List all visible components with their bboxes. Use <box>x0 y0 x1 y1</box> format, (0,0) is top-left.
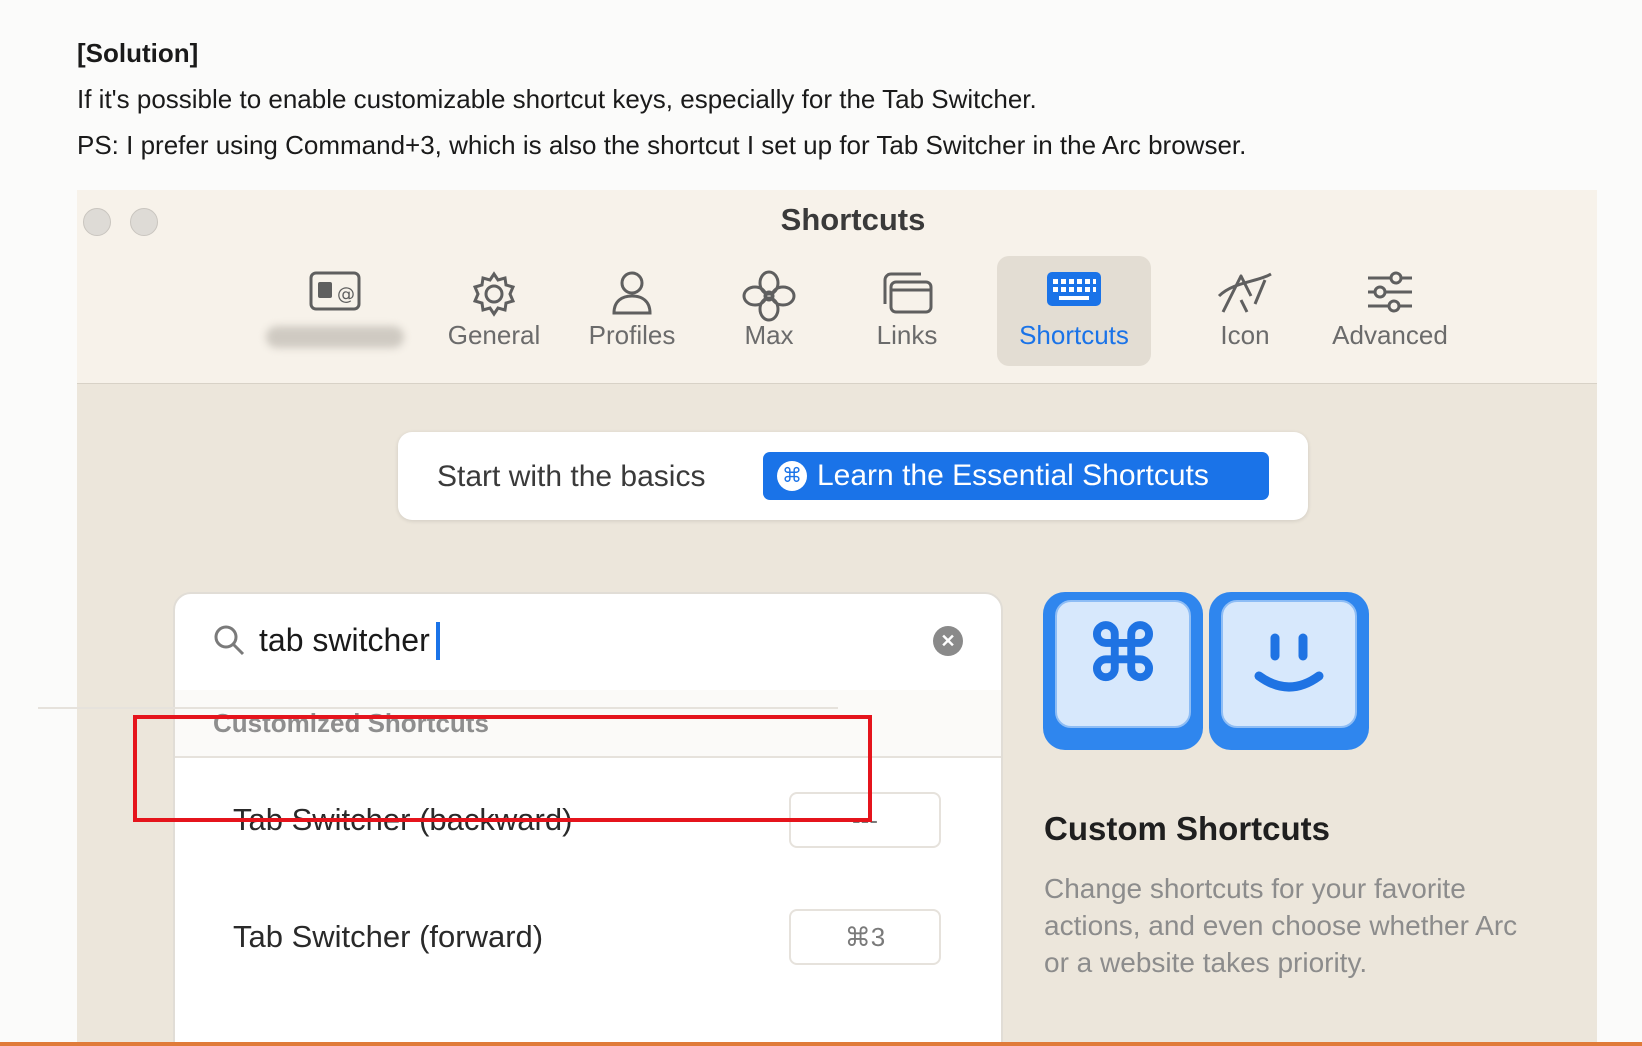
command-key-illustration: ⌘ <box>1043 592 1203 750</box>
svg-text:@: @ <box>337 284 355 305</box>
row-divider <box>38 707 838 709</box>
window-titlebar: Shortcuts @ General Profiles Max Links S… <box>77 190 1597 384</box>
tab-advanced[interactable]: Advanced <box>1320 256 1460 366</box>
highlight-box <box>133 715 872 822</box>
smiley-key-illustration <box>1209 592 1369 750</box>
learn-essential-shortcuts-button[interactable]: ⌘ Learn the Essential Shortcuts <box>763 452 1269 500</box>
tab-links[interactable]: Links <box>852 256 962 366</box>
text-cursor <box>436 622 440 660</box>
tab-label: Profiles <box>588 320 676 350</box>
post-line-2: PS: I prefer using Command+3, which is a… <box>77 130 1247 160</box>
links-icon <box>879 270 935 321</box>
arc-logo-icon <box>1217 270 1273 323</box>
sliders-icon <box>1364 270 1416 319</box>
shortcut-key-field[interactable]: ⌘3 <box>789 909 941 965</box>
blurred-account-name <box>266 326 404 348</box>
command-key-glyph: ⌘ <box>1085 612 1161 697</box>
custom-shortcuts-description: Change shortcuts for your favorite actio… <box>1044 873 1518 978</box>
contact-card-icon: @ <box>309 270 361 317</box>
post-line-1: If it's possible to enable customizable … <box>77 84 1037 114</box>
list-item[interactable]: Tab Switcher (forward) ⌘3 <box>175 883 1001 993</box>
tab-label: General <box>447 320 541 350</box>
custom-shortcuts-title: Custom Shortcuts <box>1044 810 1331 847</box>
post-heading: [Solution] <box>77 38 199 68</box>
command-icon: ⌘ <box>777 461 807 491</box>
shortcut-name: Tab Switcher (forward) <box>233 919 544 954</box>
tab-account[interactable]: @ <box>266 256 404 366</box>
bottom-divider <box>0 1042 1642 1046</box>
search-bar: ✕ <box>175 594 1001 692</box>
close-icon: ✕ <box>940 631 956 651</box>
basics-banner: Start with the basics ⌘ Learn the Essent… <box>398 432 1308 520</box>
tab-label: Shortcuts <box>1019 320 1129 350</box>
tab-icon[interactable]: Icon <box>1190 256 1300 366</box>
post-text: [Solution] If it's possible to enable cu… <box>77 30 1246 168</box>
tab-max[interactable]: Max <box>714 256 824 366</box>
tab-profiles[interactable]: Profiles <box>577 256 687 366</box>
settings-window: Shortcuts @ General Profiles Max Links S… <box>77 190 1597 1046</box>
basics-text: Start with the basics <box>437 460 706 493</box>
keyboard-icon <box>1045 270 1103 315</box>
window-title: Shortcuts <box>780 202 926 237</box>
tab-label: Links <box>876 320 938 350</box>
search-input[interactable] <box>259 616 859 664</box>
learn-button-label: Learn the Essential Shortcuts <box>817 459 1209 492</box>
person-icon <box>610 270 654 321</box>
tab-label: Advanced <box>1332 320 1448 350</box>
tab-label: Icon <box>1220 320 1270 350</box>
search-icon <box>213 624 245 661</box>
tab-label: Max <box>744 320 794 350</box>
gear-icon <box>470 270 518 323</box>
tab-general[interactable]: General <box>439 256 549 366</box>
smiley-face-icon <box>1239 632 1339 707</box>
clear-search-button[interactable]: ✕ <box>933 626 963 656</box>
max-flower-icon <box>742 270 796 327</box>
tab-shortcuts[interactable]: Shortcuts <box>997 256 1151 366</box>
